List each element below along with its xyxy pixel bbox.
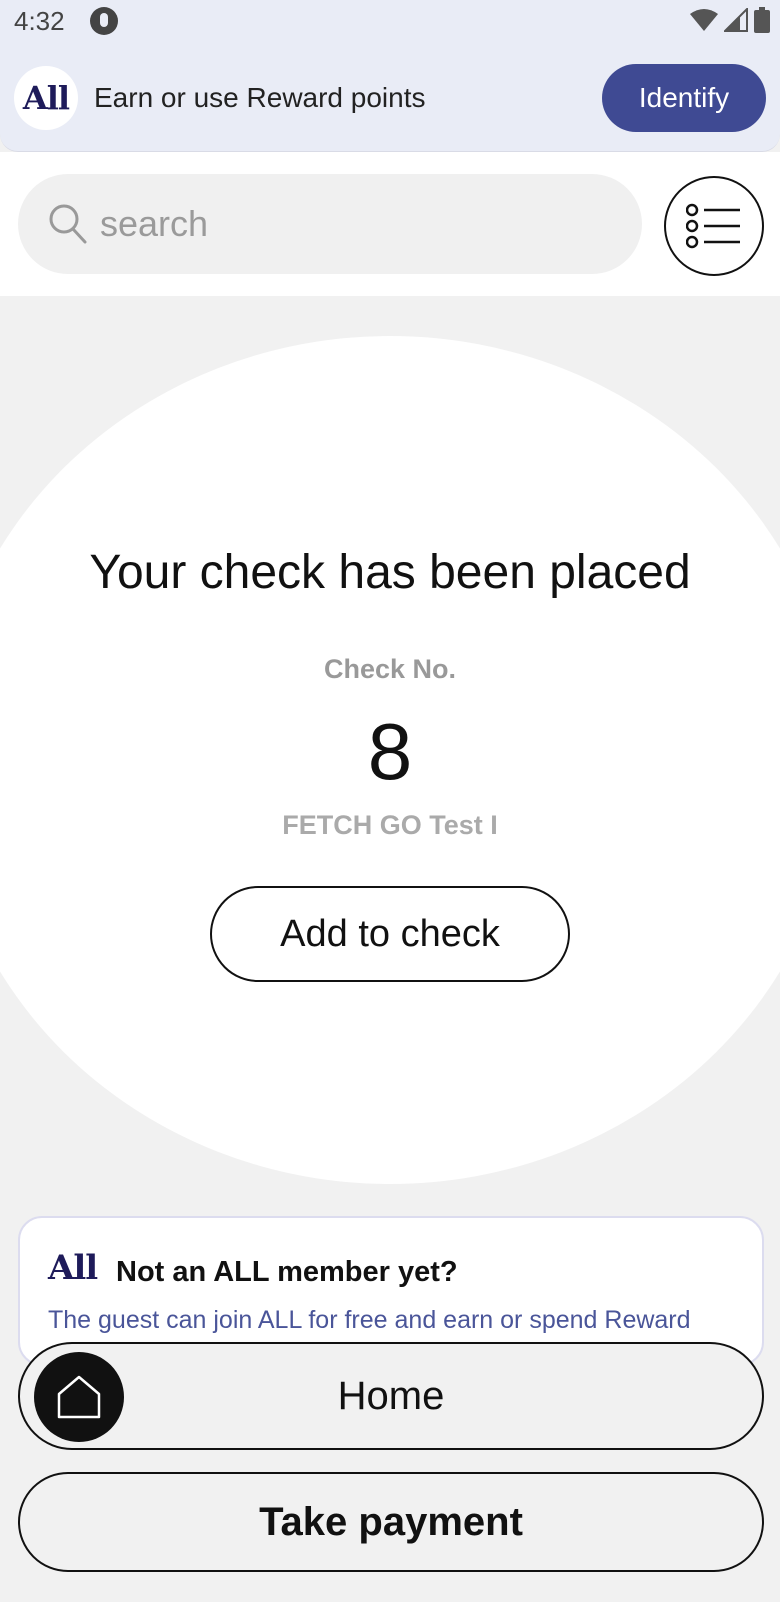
app-screen: 4:32 All Earn or use Reward points Ident… [0, 0, 780, 1602]
status-icons [690, 6, 770, 34]
battery-icon [754, 7, 770, 33]
list-icon [686, 203, 740, 249]
wifi-icon [690, 9, 718, 31]
top-band: 4:32 All Earn or use Reward points Ident… [0, 0, 780, 152]
menu-button[interactable] [664, 176, 764, 276]
confirmation-title: Your check has been placed [89, 546, 691, 599]
member-card-description: The guest can join ALL for free and earn… [48, 1306, 691, 1334]
app-notification-icon [90, 7, 118, 35]
all-logo: All [14, 66, 78, 130]
table-name: FETCH GO Test I [282, 810, 498, 840]
search-icon [49, 204, 87, 244]
identify-button[interactable]: Identify [602, 64, 766, 132]
all-logo: All [48, 1248, 98, 1288]
home-button[interactable]: Home [18, 1342, 764, 1450]
home-icon [34, 1352, 124, 1442]
reward-banner: All Earn or use Reward points Identify [14, 64, 766, 132]
check-number-label: Check No. [323, 654, 457, 684]
status-time: 4:32 [14, 6, 65, 36]
search-box[interactable] [18, 174, 642, 274]
home-label: Home [337, 1373, 445, 1418]
add-to-check-button[interactable]: Add to check [210, 886, 570, 982]
search-input[interactable] [100, 203, 600, 245]
check-number: 8 [367, 707, 413, 796]
signal-icon [724, 8, 748, 32]
take-payment-button[interactable]: Take payment [18, 1472, 764, 1572]
search-row [0, 152, 780, 296]
banner-text: Earn or use Reward points [94, 82, 426, 113]
member-card-title: Not an ALL member yet? [116, 1256, 458, 1288]
